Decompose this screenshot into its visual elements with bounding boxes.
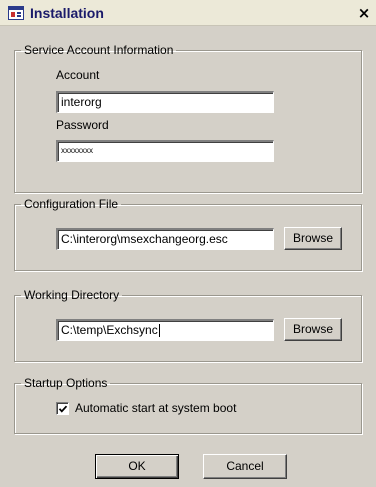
- account-field[interactable]: interorg: [56, 91, 274, 113]
- window-title: Installation: [30, 5, 104, 21]
- startup-options-legend: Startup Options: [24, 376, 108, 390]
- working-dir-path-value: C:\temp\Exchsync: [61, 323, 158, 337]
- auto-start-label[interactable]: Automatic start at system boot: [75, 401, 236, 415]
- password-label: Password: [56, 118, 109, 132]
- cancel-button[interactable]: Cancel: [203, 454, 287, 479]
- config-file-legend: Configuration File: [24, 197, 119, 211]
- working-dir-path-field[interactable]: C:\temp\Exchsync: [56, 319, 274, 341]
- config-file-browse-button[interactable]: Browse: [284, 227, 342, 250]
- service-account-legend: Service Account Information: [24, 43, 174, 57]
- window-app-icon: [8, 6, 24, 20]
- account-label: Account: [56, 68, 100, 82]
- config-file-path-value: C:\interorg\msexchangeorg.esc: [61, 232, 228, 246]
- title-bar[interactable]: Installation ×: [0, 0, 376, 26]
- installation-dialog: Installation × Service Account Informati…: [0, 0, 376, 487]
- auto-start-checkbox[interactable]: [56, 402, 69, 415]
- working-dir-legend: Working Directory: [24, 288, 120, 302]
- config-file-path-field[interactable]: C:\interorg\msexchangeorg.esc: [56, 228, 274, 250]
- account-value: interorg: [61, 95, 102, 109]
- password-value: xxxxxxxx: [61, 146, 93, 155]
- working-dir-browse-button[interactable]: Browse: [284, 318, 342, 341]
- close-icon[interactable]: ×: [356, 5, 372, 21]
- password-field[interactable]: xxxxxxxx: [56, 140, 274, 162]
- text-caret: [158, 324, 160, 338]
- check-icon: [58, 405, 68, 413]
- ok-button[interactable]: OK: [95, 454, 179, 479]
